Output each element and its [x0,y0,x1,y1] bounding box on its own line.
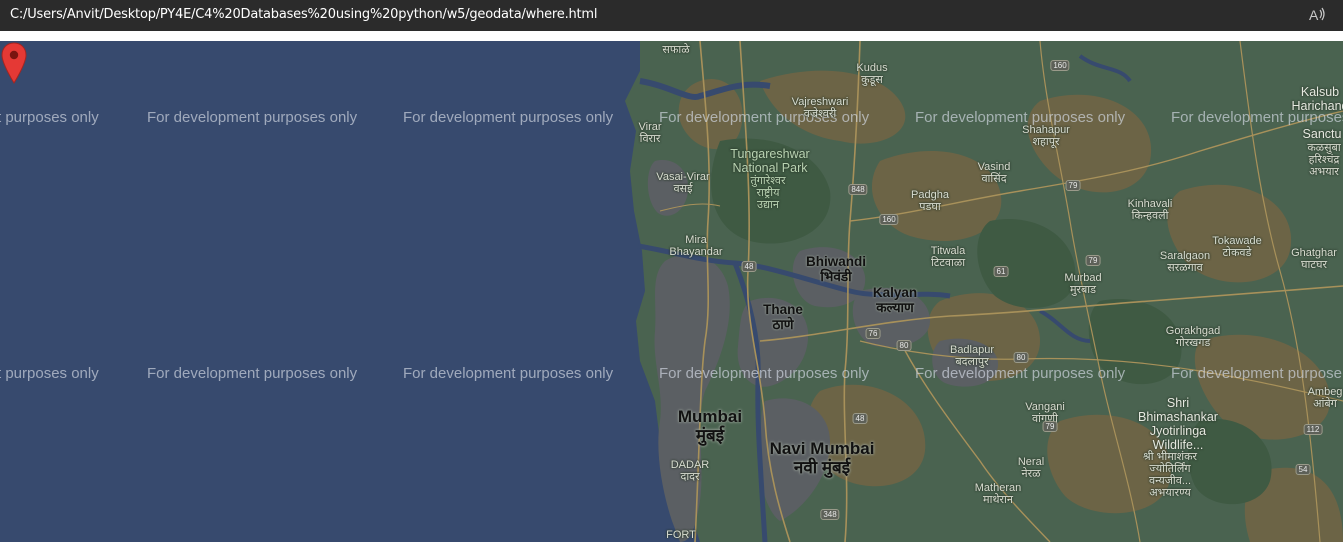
road-shield: 80 [1013,352,1029,363]
place-label-murbad: Murbad मुरबाड [1064,272,1102,296]
place-label-tungareshwar: Tungareshwar National Park [730,147,810,175]
address-bar[interactable]: C:/Users/Anvit/Desktop/PY4E/C4%20Databas… [0,0,1343,31]
road-shield: 54 [1295,464,1311,475]
place-label-saralgaon: Saralgaon सरळगाव [1159,250,1211,274]
road-shield: 79 [1085,255,1101,266]
road-shield: 48 [741,261,757,272]
place-label-neral: Neral नेरळ [1017,456,1045,480]
place-label-virar: Virar विरार [638,121,662,145]
place-label-navi-mumbai: Navi Mumbai नवी मुंबई [769,439,875,477]
place-label-bhimashankar-hi: श्री भीमाशंकर ज्योतिर्लिंग वन्यजीव... अभयार… [1142,451,1198,499]
place-label-mumbai: Mumbai मुंबई [677,407,743,445]
road-shield: 348 [820,509,840,520]
road-shield: 79 [1042,421,1058,432]
place-label-dadar: DADAR दादर [670,459,710,483]
place-label-shahapur: Shahapur शहापूर [1022,124,1070,148]
watermark: For development purposes only [147,365,358,382]
place-label-kalsubai-hi: कळसुबा हरिश्चंद्र अभयार [1307,142,1341,178]
place-label-tungareshwar-hi: तुंगारेश्वर राष्ट्रीय उद्यान [750,175,786,211]
place-label-kalsubai: Kalsub Harichand [1291,85,1343,113]
place-label-mira-bhayandar: Mira Bhayandar [669,234,723,258]
place-label-titwala: Titwala टिटवाळा [930,245,966,269]
watermark: t purposes only [0,365,99,382]
place-label-vajreshwari: Vajreshwari वज्रेश्वरी [791,96,849,120]
road-shield: 112 [1303,424,1323,435]
map-canvas[interactable]: t purposes only For development purposes… [0,41,1343,542]
watermark: For development purposes only [659,365,870,382]
place-label-vasai-virar: Vasai-Virar वसई [656,171,710,195]
road-shield: 79 [1065,180,1081,191]
road-shield: 848 [848,184,868,195]
place-label-bhimashankar: Shri Bhimashankar Jyotirlinga Wildlife... [1138,396,1218,452]
page-top-strip [0,31,1343,41]
map-marker-icon[interactable] [0,41,28,85]
place-label-kalyan: Kalyan कल्याण [872,285,918,315]
watermark: For development purposes only [403,109,614,126]
place-label-bhiwandi: Bhiwandi भिवंडी [806,254,866,284]
watermark: For development purposes only [915,109,1126,126]
road-shield: 61 [993,266,1009,277]
road-shield: 48 [852,413,868,424]
watermark: For development purposes only [403,365,614,382]
watermark: For development purposes only [915,365,1126,382]
place-label-kudus: Kudus कुडूस [856,62,888,86]
place-label-kinhavali: Kinhavali किन्हवली [1127,198,1173,222]
road-shield: 160 [1050,60,1070,71]
svg-text:A: A [1309,7,1319,23]
road-shield: 76 [865,328,881,339]
place-label-ghatghar: Ghatghar घाटघर [1291,247,1337,271]
place-label-vasind: Vasind वासिंद [977,161,1011,185]
url-text[interactable]: C:/Users/Anvit/Desktop/PY4E/C4%20Databas… [10,7,598,22]
road-shield: 80 [896,340,912,351]
place-label-thane: Thane ठाणे [763,302,803,332]
place-label-padgha: Padgha पडघा [911,189,949,213]
watermark: For development purpose [1171,365,1342,382]
place-label-fort: FORT [666,529,696,541]
place-label-saphale: सफाळे [662,44,690,56]
place-label-gorakhgad: Gorakhgad गोरखगड [1165,325,1221,349]
watermark: For development purposes only [147,109,358,126]
place-label-matheran: Matheran माथेरान [974,482,1022,506]
place-label-ambeg: Ambeg आंबेग [1307,386,1343,410]
place-label-sanctu: Sanctu [1302,127,1342,141]
watermark: t purposes only [0,109,99,126]
place-label-badlapur: Badlapur बदलापुर [949,344,995,368]
road-shield: 160 [879,214,899,225]
read-aloud-icon[interactable]: A [1307,5,1327,25]
place-label-tokawade: Tokawade टोकवडे [1212,235,1262,259]
